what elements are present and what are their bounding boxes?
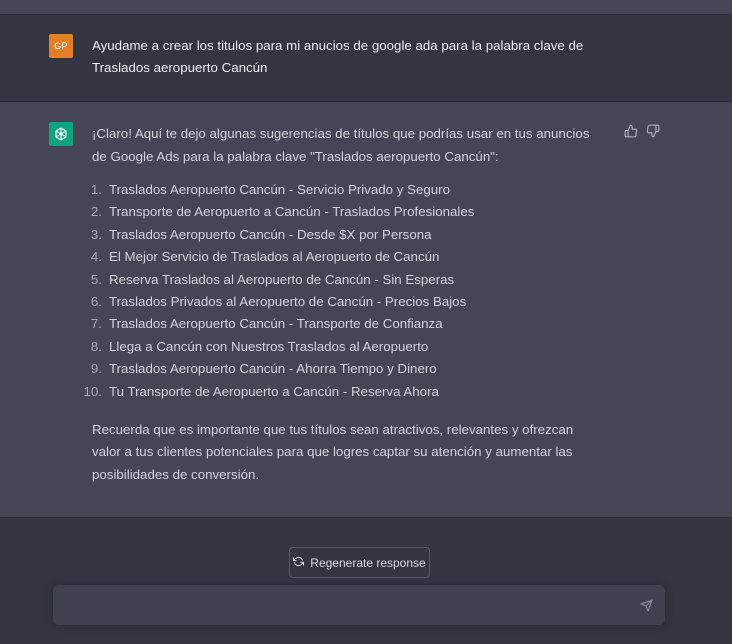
feedback-controls [623, 123, 661, 139]
refresh-icon [293, 556, 305, 570]
list-item-text: Traslados Aeropuerto Cancún - Ahorra Tie… [109, 361, 437, 377]
list-item: 7. Traslados Aeropuerto Cancún - Transpor… [91, 313, 597, 335]
openai-logo-icon [49, 122, 73, 146]
list-item-number: 4. [90, 249, 102, 265]
title-suggestions-list: 1. Traslados Aeropuerto Cancún - Servicio… [84, 179, 597, 403]
list-item-text: Reserva Traslados al Aeropuerto de Cancú… [109, 271, 455, 287]
list-item-text: Traslados Aeropuerto Cancún - Transporte… [109, 316, 443, 332]
message-input-container [53, 585, 665, 625]
user-message-text: Ayudame a crear los titulos para mi anuc… [92, 38, 584, 75]
thumbs-down-icon[interactable] [645, 123, 661, 139]
list-item-text: Traslados Aeropuerto Cancún - Desde $X p… [109, 226, 432, 242]
list-item-number: 3. [90, 226, 102, 242]
list-item-number: 2. [90, 204, 102, 220]
list-item: 5. Reserva Traslados al Aeropuerto de Can… [91, 269, 597, 291]
assistant-message-content: ¡Claro! Aquí te dejo algunas sugerencias… [84, 122, 597, 486]
list-item-number: 7. [90, 316, 102, 332]
regenerate-response-label: Regenerate response [310, 555, 426, 570]
list-item-number: 5. [90, 271, 102, 287]
list-item-number: 9. [90, 361, 102, 377]
assistant-message: ¡Claro! Aquí te dejo algunas sugerencias… [0, 102, 732, 518]
regenerate-response-button[interactable]: Regenerate response [289, 547, 430, 578]
assistant-outro-text: Recuerda que es importante que tus títul… [92, 421, 574, 482]
paper-plane-icon[interactable] [638, 597, 654, 613]
user-avatar-initials: GP [54, 41, 68, 51]
list-item: 1. Traslados Aeropuerto Cancún - Servicio… [91, 179, 597, 201]
list-item-number: 1. [90, 182, 102, 197]
list-item: 10. Tu Transporte de Aeropuerto a Cancún … [84, 381, 597, 403]
list-item-number: 8. [90, 338, 102, 354]
list-item-text: Traslados Aeropuerto Cancún - Servicio P… [109, 182, 450, 197]
list-item-text: Traslados Privados al Aeropuerto de Canc… [109, 293, 467, 309]
list-item: 3. Traslados Aeropuerto Cancún - Desde $X… [91, 224, 597, 246]
list-item-text: Tu Transporte de Aeropuerto a Cancún - R… [109, 383, 439, 399]
message-input[interactable] [65, 595, 625, 617]
list-item-text: El Mejor Servicio de Traslados al Aeropu… [109, 249, 440, 265]
list-item-number: 10. [83, 383, 103, 399]
assistant-intro-text: ¡Claro! Aquí te dejo algunas sugerencias… [92, 126, 590, 164]
list-item: 9. Traslados Aeropuerto Cancún - Ahorra T… [91, 358, 597, 380]
list-item-text: Llega a Cancún con Nuestros Traslados al… [109, 338, 429, 354]
thumbs-up-icon[interactable] [623, 123, 639, 139]
list-item: 8. Llega a Cancún con Nuestros Traslados … [91, 336, 597, 358]
user-avatar: GP [49, 34, 73, 58]
list-item: 6. Traslados Privados al Aeropuerto de Ca… [91, 291, 597, 313]
list-item-number: 6. [90, 293, 102, 309]
list-item-text: Transporte de Aeropuerto a Cancún - Tras… [109, 204, 475, 220]
previous-message-strip [0, 0, 732, 15]
list-item: 4. El Mejor Servicio de Traslados al Aero… [91, 246, 597, 268]
user-message: GP Ayudame a crear los titulos para mi a… [0, 15, 732, 102]
list-item: 2. Transporte de Aeropuerto a Cancún - Tr… [91, 201, 597, 223]
